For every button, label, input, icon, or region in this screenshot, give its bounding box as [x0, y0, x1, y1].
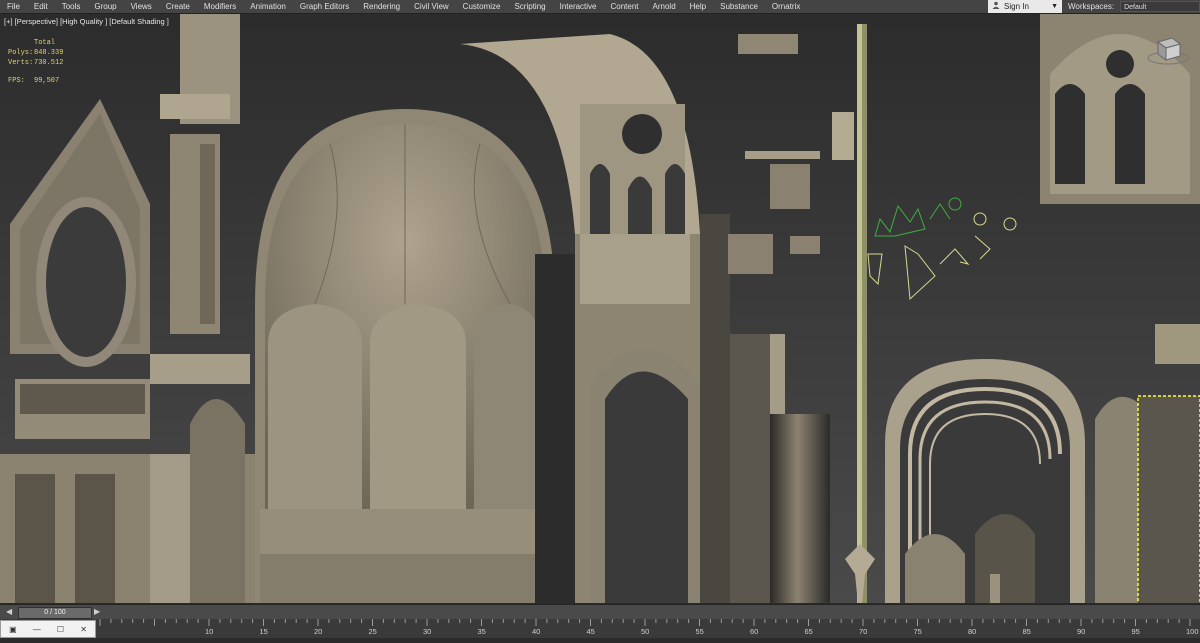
time-slider-bar: ◀ 0 / 100 ▶ [0, 604, 1200, 619]
menu-create[interactable]: Create [159, 0, 197, 13]
menu-help[interactable]: Help [683, 0, 713, 13]
verts-value: 730.512 [34, 59, 64, 67]
menu-arnold[interactable]: Arnold [646, 0, 683, 13]
ruler-tick-label: 80 [968, 627, 977, 636]
polys-value: 848.339 [34, 49, 64, 57]
workspaces-label: Workspaces: [1068, 2, 1115, 11]
menu-modifiers[interactable]: Modifiers [197, 0, 243, 13]
minimize-icon[interactable]: — [33, 625, 41, 634]
sign-in-button[interactable]: Sign In ▼ [988, 0, 1062, 13]
menu-civil-view[interactable]: Civil View [407, 0, 456, 13]
selected-object [1137, 395, 1200, 603]
perspective-viewport[interactable]: [+] [Perspective] [High Quality ] [Defau… [0, 14, 1200, 603]
ruler-tick-label: 10 [205, 627, 214, 636]
mini-window-controls: ▣ — ☐ ✕ [0, 620, 96, 638]
menu-interactive[interactable]: Interactive [553, 0, 604, 13]
ruler-tick-label: 35 [477, 627, 486, 636]
ruler-tick-label: 75 [913, 627, 922, 636]
menu-views[interactable]: Views [124, 0, 159, 13]
workspaces: Workspaces: Default [1068, 0, 1200, 13]
menu-group[interactable]: Group [87, 0, 123, 13]
workspaces-value: Default [1124, 4, 1147, 11]
menu-substance[interactable]: Substance [713, 0, 765, 13]
stats-header: Total [34, 39, 56, 47]
close-icon[interactable]: ✕ [80, 625, 87, 634]
dome-apse [255, 109, 555, 603]
ruler-tick-label: 50 [641, 627, 650, 636]
statistics-overlay: Total Polys: 848.339 Verts: 730.512 FPS: 99… [8, 38, 63, 86]
menu-customize[interactable]: Customize [456, 0, 508, 13]
ruler-tick-label: 95 [1131, 627, 1140, 636]
polys-label: Polys: [8, 49, 34, 57]
maximize-icon[interactable]: ☐ [57, 625, 64, 634]
ruler-tick-label: 20 [314, 627, 323, 636]
ruler-tick-label: 85 [1022, 627, 1031, 636]
verts-label: Verts: [8, 59, 34, 67]
menu-animation[interactable]: Animation [243, 0, 293, 13]
ruler-tick-label: 30 [423, 627, 432, 636]
user-icon [992, 0, 1000, 13]
workspaces-select[interactable]: Default [1120, 1, 1200, 12]
ruler-tick-label: 40 [532, 627, 541, 636]
scene-render [0, 14, 1200, 603]
menu-content[interactable]: Content [604, 0, 646, 13]
fps-label: FPS: [8, 77, 25, 85]
time-slider-text: 0 / 100 [44, 609, 66, 616]
ruler-tick-label: 90 [1077, 627, 1086, 636]
viewport-labels[interactable]: [+] [Perspective] [High Quality ] [Defau… [4, 17, 169, 26]
ruler-tick-label: 15 [259, 627, 268, 636]
chevron-right-icon[interactable]: ▶ [94, 607, 100, 617]
fps-value: 99,507 [34, 77, 60, 85]
menu-graph-editors[interactable]: Graph Editors [293, 0, 356, 13]
frame-ruler[interactable]: 10 15 20 25 30 35 40 45 50 55 60 65 70 75 80 85 90 95 100 [0, 619, 1200, 638]
menu-rendering[interactable]: Rendering [356, 0, 407, 13]
ruler-tick-label: 55 [695, 627, 704, 636]
ruler-tick-label: 45 [586, 627, 595, 636]
menu-edit[interactable]: Edit [27, 0, 55, 13]
menu-tools[interactable]: Tools [55, 0, 88, 13]
time-slider[interactable]: 0 / 100 [18, 607, 92, 619]
ruler-tick-label: 60 [750, 627, 759, 636]
menu-scripting[interactable]: Scripting [507, 0, 552, 13]
chevron-left-icon[interactable]: ◀ [6, 607, 12, 617]
menu-file[interactable]: File [0, 0, 27, 13]
ruler-tick-label: 100 [1186, 627, 1199, 636]
ruler-tick-label: 65 [804, 627, 813, 636]
restore-icon[interactable]: ▣ [9, 625, 17, 634]
viewcube-icon[interactable] [1146, 32, 1190, 73]
ruler-tick-label: 25 [368, 627, 377, 636]
sign-in-label: Sign In [1004, 2, 1029, 11]
ruler-tick-label: 70 [859, 627, 868, 636]
chevron-down-icon: ▼ [1051, 3, 1058, 10]
menu-ornatrix[interactable]: Ornatrix [765, 0, 807, 13]
ruler-ticks [99, 619, 1191, 626]
